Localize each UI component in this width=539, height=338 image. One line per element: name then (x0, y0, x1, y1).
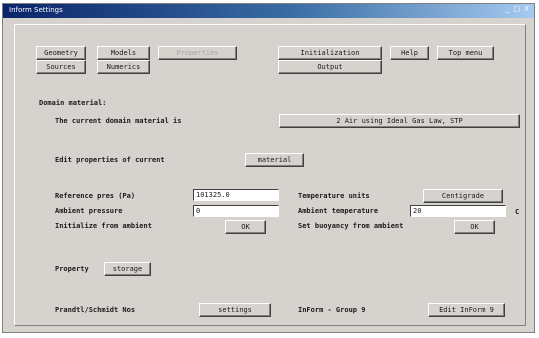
ambient-temperature-label: Ambient temperature (298, 207, 379, 215)
material-button[interactable]: material (245, 153, 304, 167)
sources-button[interactable]: Sources (36, 60, 86, 74)
buoyancy-ok-button[interactable]: OK (454, 220, 495, 234)
temperature-units-button[interactable]: Centigrade (423, 189, 503, 203)
ambient-pressure-label: Ambient pressure (55, 207, 123, 215)
domain-material-heading: Domain material: (39, 99, 107, 107)
current-material-button[interactable]: 2 Air using Ideal Gas Law, STP (279, 114, 520, 128)
edit-properties-label: Edit properties of current (55, 156, 165, 164)
ambient-temperature-input[interactable] (410, 205, 506, 217)
settings-panel: Geometry Models Properties Initializatio… (14, 24, 526, 326)
title-bar[interactable]: Inform Settings _ □ X (3, 4, 534, 18)
geometry-button[interactable]: Geometry (36, 46, 86, 60)
numerics-button[interactable]: Numerics (97, 60, 150, 74)
help-button[interactable]: Help (390, 46, 429, 60)
output-button[interactable]: Output (278, 60, 382, 74)
models-button[interactable]: Models (97, 46, 150, 60)
set-buoyancy-label: Set buoyancy from ambient (298, 222, 404, 230)
settings-button[interactable]: settings (199, 303, 271, 317)
storage-button[interactable]: storage (104, 262, 151, 276)
property-label: Property (55, 265, 89, 273)
initialization-button[interactable]: Initialization (278, 46, 382, 60)
current-material-label: The current domain material is (55, 117, 182, 125)
initialize-from-ambient-label: Initialize from ambient (55, 222, 152, 230)
temperature-units-label: Temperature units (298, 192, 370, 200)
properties-button: Properties (158, 46, 237, 60)
reference-pressure-label: Reference pres (Pa) (55, 192, 136, 200)
prandtl-schmidt-label: Prandtl/Schmidt Nos (55, 306, 136, 314)
settings-window: Inform Settings _ □ X Geometry Models Pr… (2, 3, 535, 333)
edit-inform-button[interactable]: Edit InForm 9 (428, 303, 505, 317)
ambient-temperature-unit: C (515, 208, 520, 216)
window-controls[interactable]: _ □ X (506, 5, 530, 13)
inform-group-label: InForm - Group 9 (298, 306, 366, 314)
window-title: Inform Settings (9, 6, 63, 14)
ambient-pressure-input[interactable] (193, 205, 279, 217)
reference-pressure-input[interactable] (193, 189, 279, 201)
top-menu-button[interactable]: Top menu (437, 46, 494, 60)
initialize-ok-button[interactable]: OK (225, 220, 266, 234)
